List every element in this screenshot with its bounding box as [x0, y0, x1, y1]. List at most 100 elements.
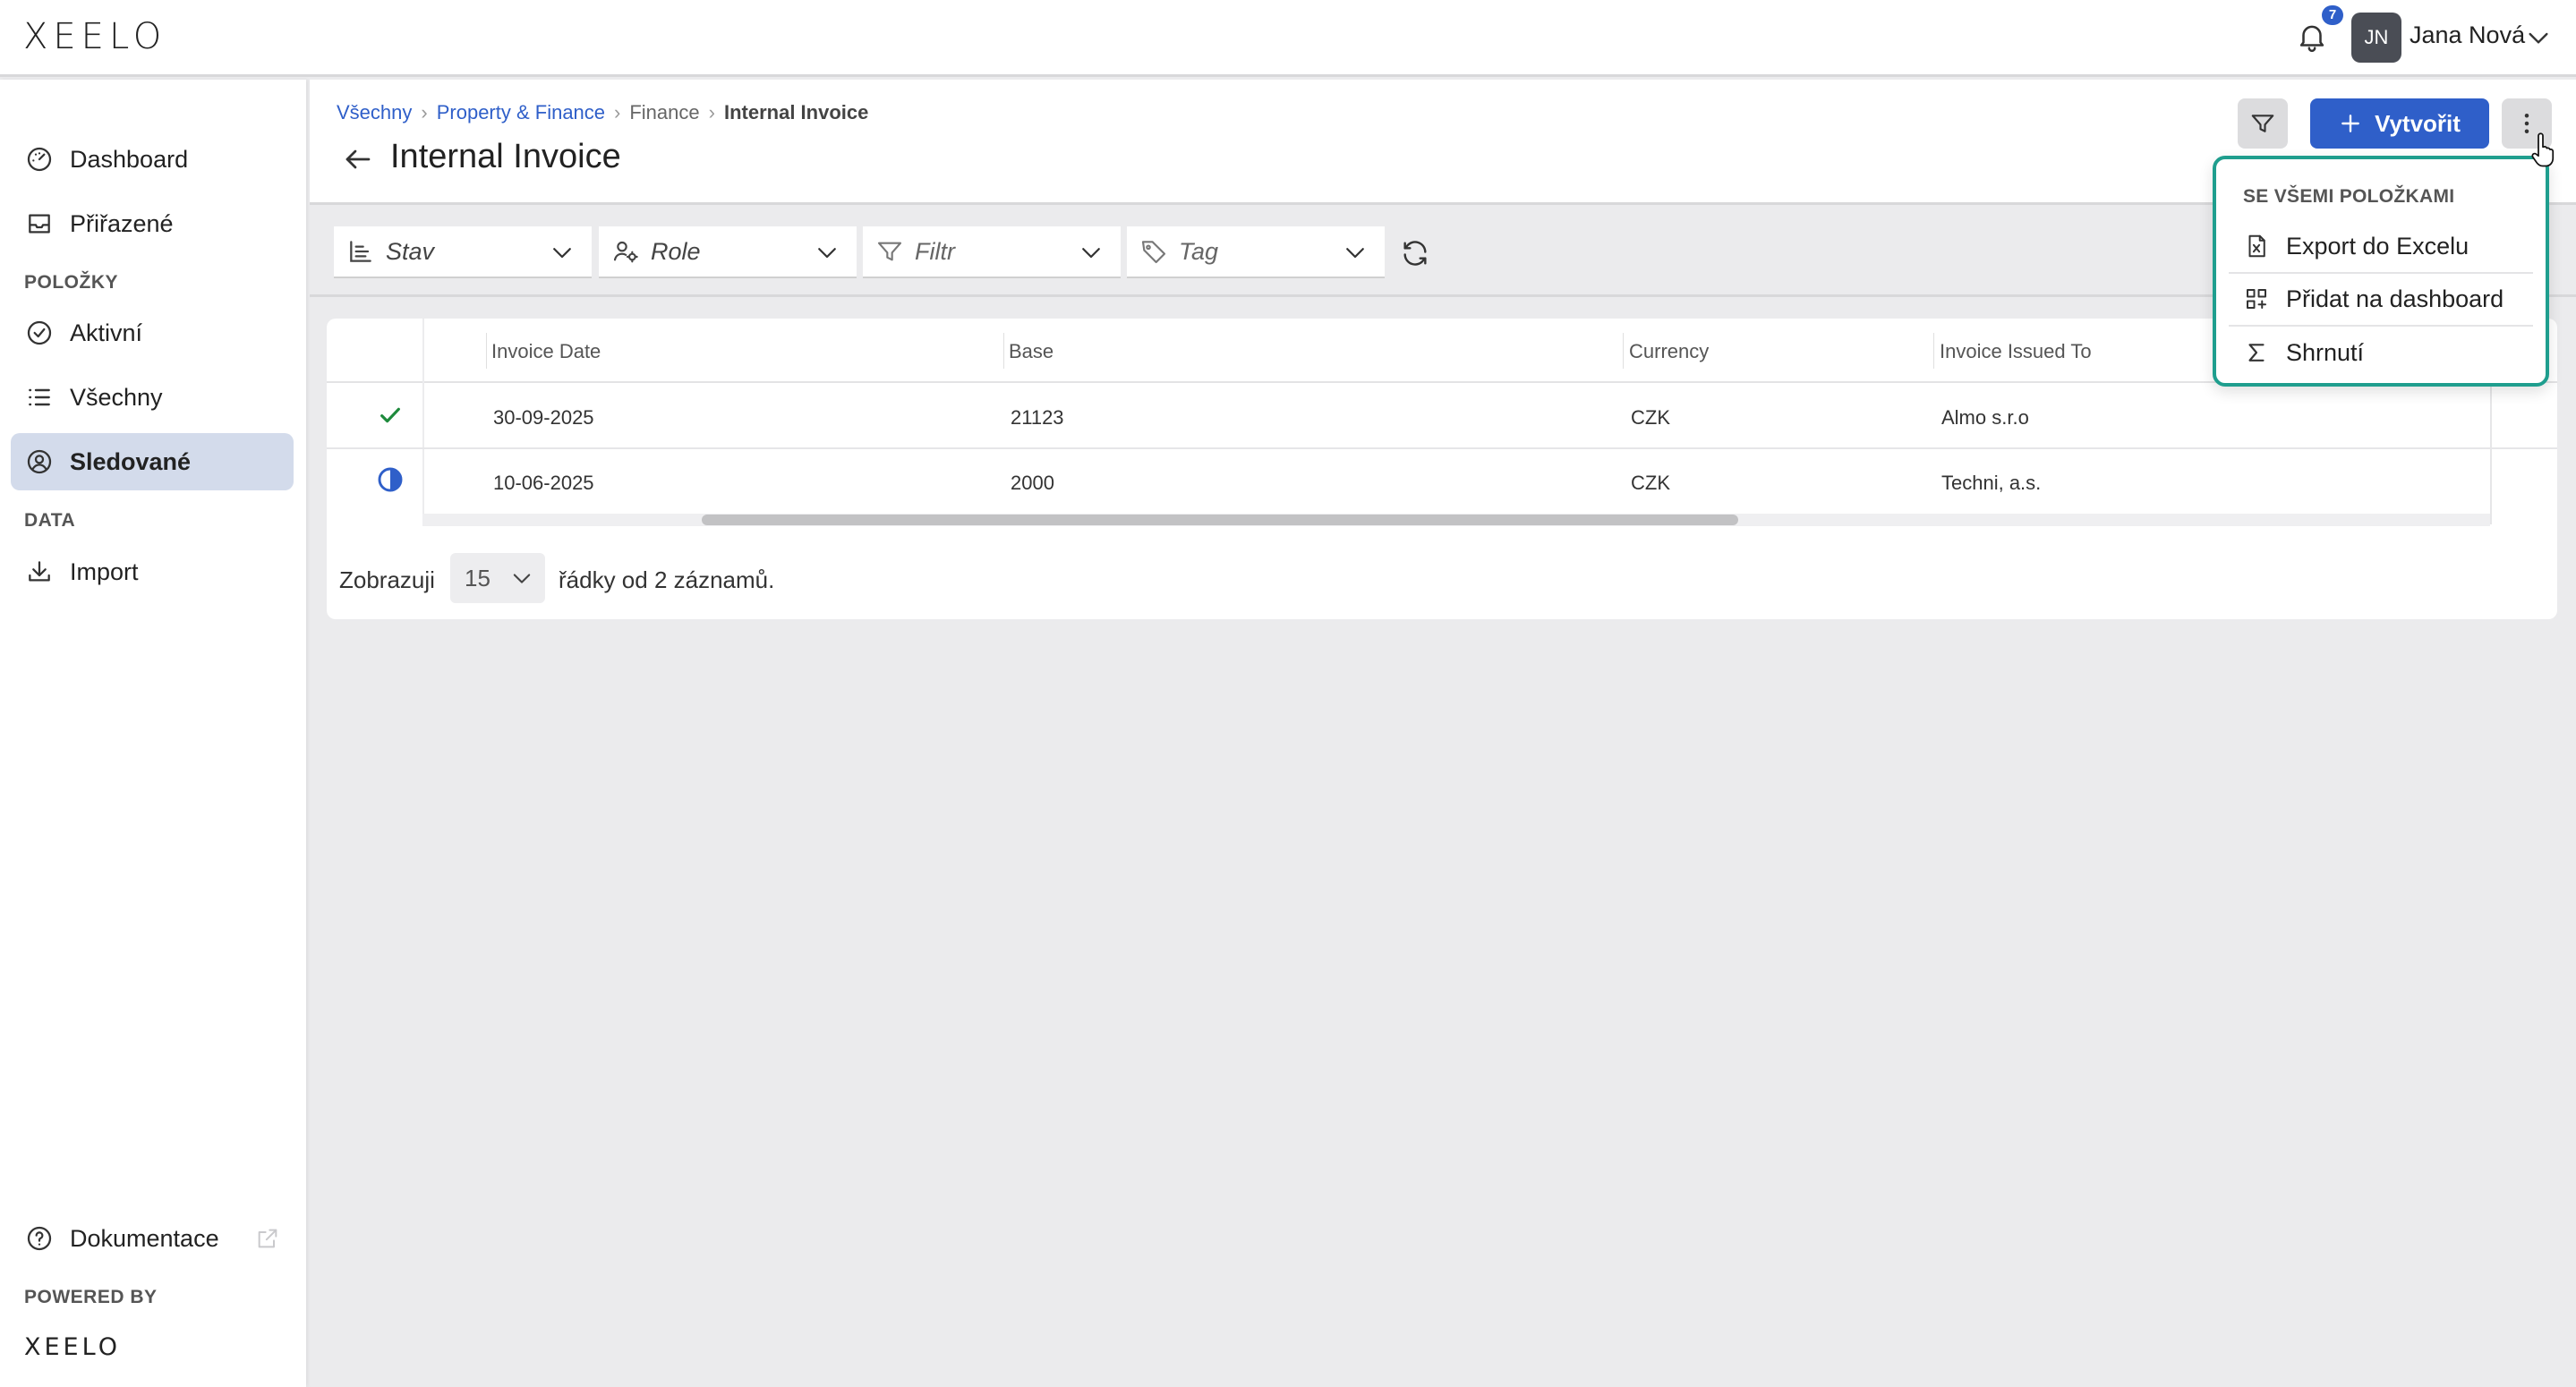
column-divider — [1933, 333, 1934, 369]
check-circle-icon — [27, 320, 52, 345]
breadcrumb-finance: Finance — [629, 101, 700, 123]
half-circle-status-icon — [378, 467, 403, 492]
scrollbar-thumb[interactable] — [702, 515, 1738, 525]
page-size-select[interactable]: 15 — [450, 553, 545, 603]
column-divider — [1003, 333, 1004, 369]
pager-suffix: řádky od 2 záznamů. — [559, 566, 775, 593]
sidebar-item-all[interactable]: Všechny — [11, 369, 294, 426]
app-logo[interactable]: XEELO — [23, 16, 166, 57]
hand-cursor-icon — [2531, 132, 2555, 167]
cell-invoice-date: 10-06-2025 — [493, 472, 594, 494]
chevron-right-icon: › — [708, 101, 715, 123]
dashboard-add-icon — [2247, 289, 2266, 309]
cell-base: 21123 — [1011, 406, 1064, 429]
sidebar-item-dashboard[interactable]: Dashboard — [11, 131, 294, 188]
cell-invoice-issued-to: Techni, a.s. — [1941, 472, 2042, 494]
cell-base: 2000 — [1011, 472, 1054, 494]
tag-icon — [1141, 241, 1166, 264]
sidebar-item-assigned[interactable]: Přiřazené — [11, 195, 294, 252]
table-row[interactable] — [327, 449, 2557, 514]
column-divider — [486, 333, 487, 369]
bell-icon[interactable] — [2295, 20, 2329, 54]
sidebar-item-label: Aktivní — [70, 319, 143, 346]
external-link-icon[interactable] — [255, 1226, 280, 1251]
back-arrow-icon[interactable] — [340, 143, 376, 175]
chevron-down-icon — [1346, 248, 1364, 259]
check-icon — [380, 407, 400, 423]
refresh-icon[interactable] — [1400, 238, 1430, 268]
user-circle-icon — [27, 449, 52, 474]
filter-button[interactable] — [2238, 98, 2288, 149]
breadcrumb-all[interactable]: Všechny — [337, 101, 412, 124]
plus-icon — [2341, 115, 2359, 132]
chevron-right-icon: › — [614, 101, 621, 123]
tag-select[interactable]: Tag — [1127, 226, 1385, 278]
sidebar-section-items: POLOŽKY — [24, 272, 119, 293]
gauge-icon — [27, 147, 52, 172]
status-select[interactable]: Stav — [334, 226, 592, 278]
menu-divider — [2229, 272, 2533, 274]
menu-item-label: Shrnutí — [2286, 338, 2365, 366]
cell-invoice-issued-to: Almo s.r.o — [1941, 406, 2029, 429]
user-gear-icon — [613, 241, 638, 263]
sidebar-item-followed[interactable]: Sledované — [11, 433, 294, 490]
create-button[interactable]: Vytvořit — [2310, 98, 2489, 149]
menu-item-add-to-dashboard[interactable]: Přidat na dashboard — [2243, 276, 2538, 322]
sidebar-item-documentation[interactable]: Dokumentace — [11, 1210, 294, 1267]
column-header-invoice-date[interactable]: Invoice Date — [491, 340, 601, 363]
chevron-right-icon: › — [421, 101, 428, 123]
notification-badge: 7 — [2322, 5, 2343, 25]
funnel-icon — [877, 242, 902, 261]
column-header-invoice-issued-to[interactable]: Invoice Issued To — [1940, 340, 2092, 363]
top-bar: XEELO 7 JN Jana Nová — [0, 0, 2576, 77]
table-row[interactable] — [327, 385, 2557, 449]
filter-select-label: Filtr — [915, 237, 955, 265]
filter-select[interactable]: Filtr — [863, 226, 1121, 278]
tag-select-label: Tag — [1179, 237, 1219, 265]
sidebar-item-label: Sledované — [70, 447, 192, 475]
chevron-down-icon — [818, 248, 836, 259]
user-name[interactable]: Jana Nová — [2410, 21, 2525, 49]
breadcrumb: Všechny › Property & Finance › Finance ›… — [337, 101, 868, 124]
inbox-icon — [29, 214, 50, 234]
breadcrumb-property-finance[interactable]: Property & Finance — [437, 101, 605, 124]
chevron-down-icon — [1082, 248, 1100, 259]
breadcrumb-current: Internal Invoice — [723, 101, 869, 123]
role-select-label: Role — [651, 237, 701, 265]
sidebar-item-label: Všechny — [70, 383, 163, 411]
pager-prefix: Zobrazuji — [339, 566, 435, 593]
create-button-label: Vytvořit — [2375, 109, 2461, 137]
menu-item-summary[interactable]: Shrnutí — [2243, 329, 2538, 376]
menu-item-label: Export do Excelu — [2286, 232, 2469, 260]
sidebar-item-label: Dokumentace — [70, 1224, 219, 1252]
cell-currency: CZK — [1631, 406, 1670, 429]
sidebar-item-label: Přiřazené — [70, 209, 174, 237]
powered-by-label: POWERED BY — [24, 1287, 158, 1307]
status-select-label: Stav — [386, 237, 435, 265]
excel-file-icon — [2248, 234, 2265, 258]
menu-divider — [2229, 325, 2533, 327]
sidebar-item-import[interactable]: Import — [11, 543, 294, 600]
sidebar-section-data: DATA — [24, 510, 76, 531]
sigma-icon — [2248, 344, 2265, 362]
column-header-currency[interactable]: Currency — [1629, 340, 1709, 363]
page-size-value: 15 — [465, 565, 490, 591]
help-circle-icon — [27, 1226, 52, 1251]
funnel-icon — [2251, 115, 2274, 132]
chevron-down-icon — [513, 574, 531, 583]
sidebar-item-label: Import — [70, 557, 139, 585]
chevron-down-icon — [553, 248, 571, 259]
role-select[interactable]: Role — [599, 226, 857, 278]
column-divider — [1623, 333, 1624, 369]
powered-by-logo: XEELO — [24, 1333, 121, 1361]
avatar[interactable]: JN — [2351, 13, 2401, 63]
menu-item-label: Přidat na dashboard — [2286, 285, 2504, 312]
menu-item-export-excel[interactable]: Export do Excelu — [2243, 223, 2538, 269]
sidebar-item-active[interactable]: Aktivní — [11, 304, 294, 362]
cell-currency: CZK — [1631, 472, 1670, 494]
list-icon — [29, 388, 50, 406]
column-header-base[interactable]: Base — [1009, 340, 1053, 363]
bar-list-icon — [350, 241, 371, 262]
download-icon — [29, 561, 50, 582]
chevron-down-icon[interactable] — [2524, 23, 2553, 52]
